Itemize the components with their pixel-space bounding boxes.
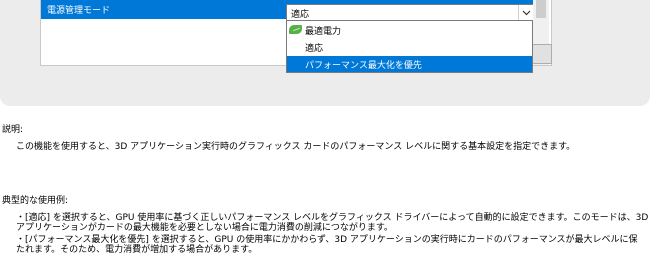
leaf-icon: [289, 25, 302, 34]
description-heading: 説明:: [2, 125, 24, 135]
option-label: 適応: [305, 44, 324, 54]
setting-label: 電源管理モード: [47, 6, 111, 16]
dropdown-option-optimal-power[interactable]: 最適電力: [287, 22, 532, 38]
dropdown-option-adaptive[interactable]: 適応: [287, 39, 532, 55]
example-line: たれます。そのため、電力消費が増加する場合があります。: [16, 245, 258, 255]
option-label: 最適電力: [305, 27, 342, 37]
chevron-down-icon[interactable]: [518, 5, 533, 20]
option-label: パフォーマンス最大化を優先: [305, 61, 422, 71]
combobox-value: 適応: [291, 10, 310, 20]
scrollbar-thumb[interactable]: [536, 0, 546, 18]
power-mode-combobox[interactable]: 適応: [286, 4, 534, 21]
description-text: この機能を使用すると、3D アプリケーション実行時のグラフィックス カードのパフ…: [16, 142, 576, 152]
settings-panel: 電源管理モード 適応 最適電力 適応 パフォーマンス最大化を優先: [0, 0, 650, 106]
power-mode-dropdown-list: 最適電力 適応 パフォーマンス最大化を優先: [286, 20, 533, 73]
dropdown-option-max-performance[interactable]: パフォーマンス最大化を優先: [287, 56, 532, 72]
examples-heading: 典型的な使用例:: [2, 196, 69, 206]
